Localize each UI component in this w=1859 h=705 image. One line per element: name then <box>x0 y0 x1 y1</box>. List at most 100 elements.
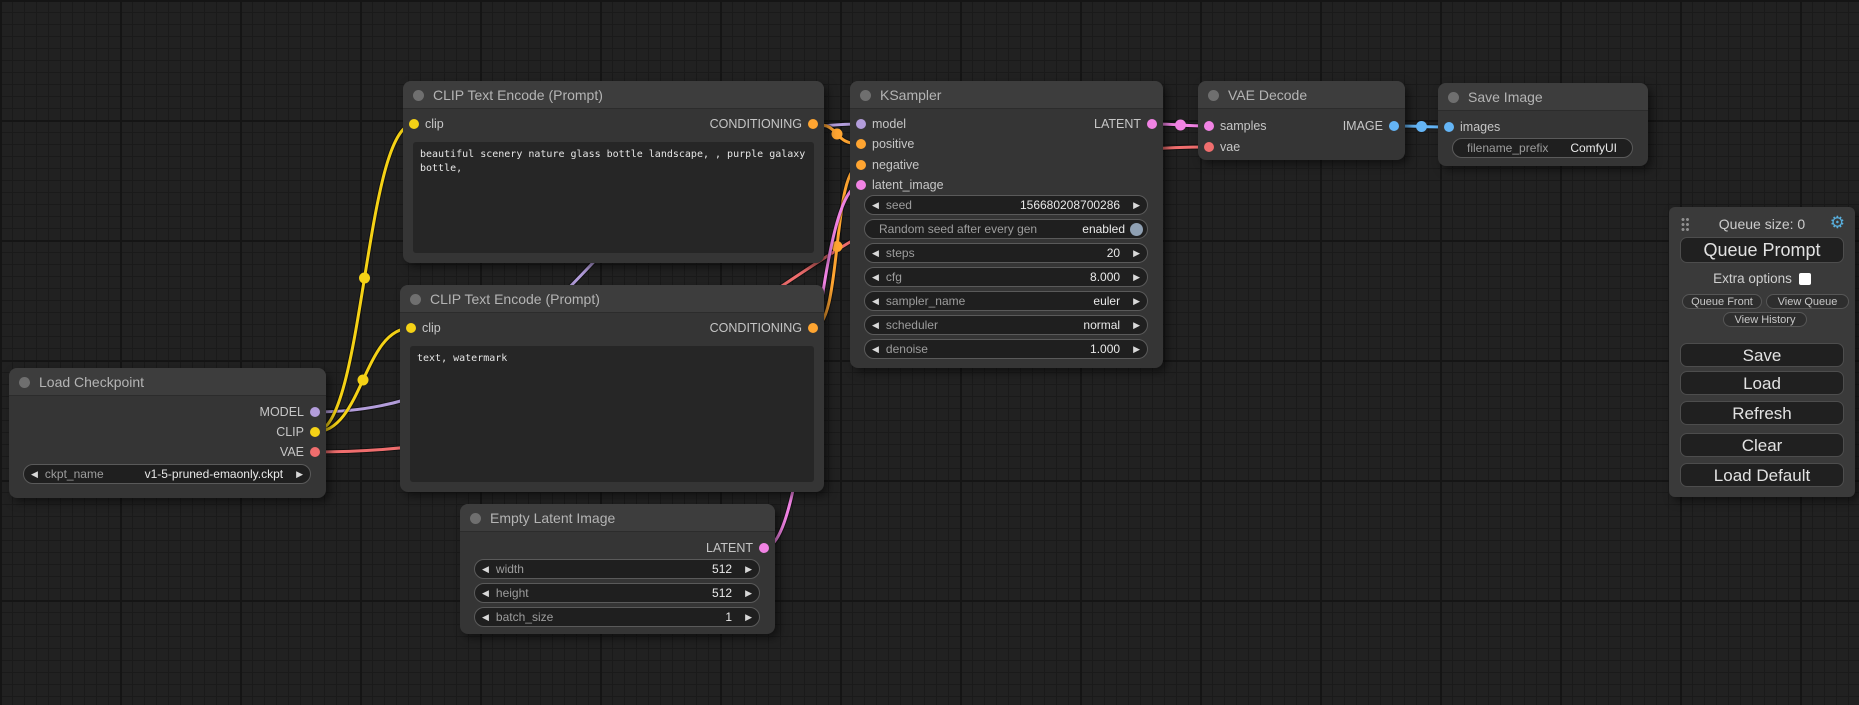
collapse-dot-icon[interactable] <box>19 377 30 388</box>
comfyui-canvas[interactable]: Load Checkpoint MODEL CLIP VAE ◀ ckpt_na… <box>0 0 1859 705</box>
collapse-dot-icon[interactable] <box>1448 92 1459 103</box>
next-arrow-icon[interactable]: ▶ <box>289 465 310 483</box>
negative-prompt-textarea[interactable]: text, watermark <box>410 346 814 482</box>
vae-input-dot[interactable] <box>1204 142 1214 152</box>
node-title-bar[interactable]: VAE Decode <box>1198 81 1405 109</box>
toggle-knob[interactable] <box>1130 223 1143 236</box>
node-title-bar[interactable]: CLIP Text Encode (Prompt) <box>403 81 824 109</box>
output-slot-conditioning[interactable]: CONDITIONING <box>403 115 824 133</box>
prev-arrow-icon[interactable]: ◀ <box>865 268 886 286</box>
prev-arrow-icon[interactable]: ◀ <box>475 584 496 602</box>
refresh-button[interactable]: Refresh <box>1680 401 1844 425</box>
output-slot-conditioning[interactable]: CONDITIONING <box>400 319 824 337</box>
next-arrow-icon[interactable]: ▶ <box>1126 196 1147 214</box>
output-slot-latent[interactable]: LATENT <box>850 115 1163 133</box>
collapse-dot-icon[interactable] <box>1208 90 1219 101</box>
drag-handle-icon[interactable] <box>1681 217 1690 231</box>
node-empty-latent-image[interactable]: Empty Latent Image LATENT ◀ width 512 ▶ … <box>460 504 775 634</box>
node-title-bar[interactable]: Empty Latent Image <box>460 504 775 532</box>
sampled-latent-link-midpoint-dot[interactable] <box>1175 120 1186 131</box>
output-slot-clip[interactable]: CLIP <box>9 423 326 441</box>
node-title-bar[interactable]: CLIP Text Encode (Prompt) <box>400 285 824 313</box>
clip-output-dot[interactable] <box>310 427 320 437</box>
negative-input-dot[interactable] <box>856 160 866 170</box>
width-widget[interactable]: ◀ width 512 ▶ <box>474 559 760 579</box>
node-vae-decode[interactable]: VAE Decode samples IMAGE vae <box>1198 81 1405 160</box>
collapse-dot-icon[interactable] <box>470 513 481 524</box>
input-slot-latent-image[interactable]: latent_image <box>850 176 1163 194</box>
next-arrow-icon[interactable]: ▶ <box>738 560 759 578</box>
input-slot-images[interactable]: images <box>1438 118 1648 136</box>
latent-output-dot[interactable] <box>1147 119 1157 129</box>
steps-widget[interactable]: ◀ steps 20 ▶ <box>864 243 1148 263</box>
node-save-image[interactable]: Save Image images filename_prefix ComfyU… <box>1438 83 1648 166</box>
output-slot-model[interactable]: MODEL <box>9 403 326 421</box>
clip-to-positive-link-midpoint-dot[interactable] <box>359 273 370 284</box>
next-arrow-icon[interactable]: ▶ <box>1126 340 1147 358</box>
prev-arrow-icon[interactable]: ◀ <box>865 292 886 310</box>
node-clip-text-encode-negative[interactable]: CLIP Text Encode (Prompt) clip CONDITION… <box>400 285 824 492</box>
height-widget[interactable]: ◀ height 512 ▶ <box>474 583 760 603</box>
prev-arrow-icon[interactable]: ◀ <box>475 608 496 626</box>
output-slot-latent[interactable]: LATENT <box>460 539 775 557</box>
node-clip-text-encode-positive[interactable]: CLIP Text Encode (Prompt) clip CONDITION… <box>403 81 824 263</box>
cfg-widget[interactable]: ◀ cfg 8.000 ▶ <box>864 267 1148 287</box>
next-arrow-icon[interactable]: ▶ <box>738 608 759 626</box>
clear-button[interactable]: Clear <box>1680 433 1844 457</box>
latent-image-input-dot[interactable] <box>856 180 866 190</box>
batch-size-widget[interactable]: ◀ batch_size 1 ▶ <box>474 607 760 627</box>
queue-prompt-button[interactable]: Queue Prompt <box>1680 237 1844 263</box>
node-title-bar[interactable]: Load Checkpoint <box>9 368 326 396</box>
next-arrow-icon[interactable]: ▶ <box>1126 292 1147 310</box>
collapse-dot-icon[interactable] <box>410 294 421 305</box>
denoise-widget[interactable]: ◀ denoise 1.000 ▶ <box>864 339 1148 359</box>
positive-prompt-textarea[interactable]: beautiful scenery nature glass bottle la… <box>413 142 814 253</box>
next-arrow-icon[interactable]: ▶ <box>1126 268 1147 286</box>
queue-front-button[interactable]: Queue Front <box>1682 294 1762 309</box>
settings-gear-icon[interactable]: ⚙ <box>1830 213 1845 233</box>
clip-to-negative-link-midpoint-dot[interactable] <box>358 375 369 386</box>
view-history-button[interactable]: View History <box>1723 312 1807 327</box>
prev-arrow-icon[interactable]: ◀ <box>865 340 886 358</box>
load-button[interactable]: Load <box>1680 371 1844 395</box>
prev-arrow-icon[interactable]: ◀ <box>865 196 886 214</box>
prev-arrow-icon[interactable]: ◀ <box>865 316 886 334</box>
images-input-dot[interactable] <box>1444 122 1454 132</box>
node-title-bar[interactable]: KSampler <box>850 81 1163 109</box>
output-slot-vae[interactable]: VAE <box>9 443 326 461</box>
prev-arrow-icon[interactable]: ◀ <box>24 465 45 483</box>
prev-arrow-icon[interactable]: ◀ <box>865 244 886 262</box>
conditioning-output-dot[interactable] <box>808 119 818 129</box>
image-output-dot[interactable] <box>1389 121 1399 131</box>
conditioning-output-dot[interactable] <box>808 323 818 333</box>
next-arrow-icon[interactable]: ▶ <box>738 584 759 602</box>
model-output-dot[interactable] <box>310 407 320 417</box>
input-slot-negative[interactable]: negative <box>850 156 1163 174</box>
scheduler-widget[interactable]: ◀ scheduler normal ▶ <box>864 315 1148 335</box>
image-link-midpoint-dot[interactable] <box>1416 121 1427 132</box>
latent-output-dot[interactable] <box>759 543 769 553</box>
load-default-button[interactable]: Load Default <box>1680 463 1844 487</box>
random-seed-toggle-widget[interactable]: Random seed after every gen enabled <box>864 219 1148 239</box>
input-slot-positive[interactable]: positive <box>850 135 1163 153</box>
next-arrow-icon[interactable]: ▶ <box>1126 316 1147 334</box>
filename-prefix-widget[interactable]: filename_prefix ComfyUI <box>1452 138 1633 158</box>
node-title-bar[interactable]: Save Image <box>1438 83 1648 111</box>
prev-arrow-icon[interactable]: ◀ <box>475 560 496 578</box>
positive-input-dot[interactable] <box>856 139 866 149</box>
seed-widget[interactable]: ◀ seed 156680208700286 ▶ <box>864 195 1148 215</box>
collapse-dot-icon[interactable] <box>860 90 871 101</box>
node-ksampler[interactable]: KSampler model LATENT positive negative … <box>850 81 1163 368</box>
next-arrow-icon[interactable]: ▶ <box>1126 244 1147 262</box>
ckpt-name-widget[interactable]: ◀ ckpt_name v1-5-pruned-emaonly.ckpt ▶ <box>23 464 311 484</box>
positive-conditioning-link-midpoint-dot[interactable] <box>832 129 843 140</box>
collapse-dot-icon[interactable] <box>413 90 424 101</box>
output-slot-image[interactable]: IMAGE <box>1198 117 1405 135</box>
extra-options-checkbox[interactable] <box>1799 273 1811 285</box>
input-slot-vae[interactable]: vae <box>1198 138 1405 156</box>
node-load-checkpoint[interactable]: Load Checkpoint MODEL CLIP VAE ◀ ckpt_na… <box>9 368 326 498</box>
vae-output-dot[interactable] <box>310 447 320 457</box>
sampler-name-widget[interactable]: ◀ sampler_name euler ▶ <box>864 291 1148 311</box>
view-queue-button[interactable]: View Queue <box>1766 294 1849 309</box>
save-button[interactable]: Save <box>1680 343 1844 367</box>
